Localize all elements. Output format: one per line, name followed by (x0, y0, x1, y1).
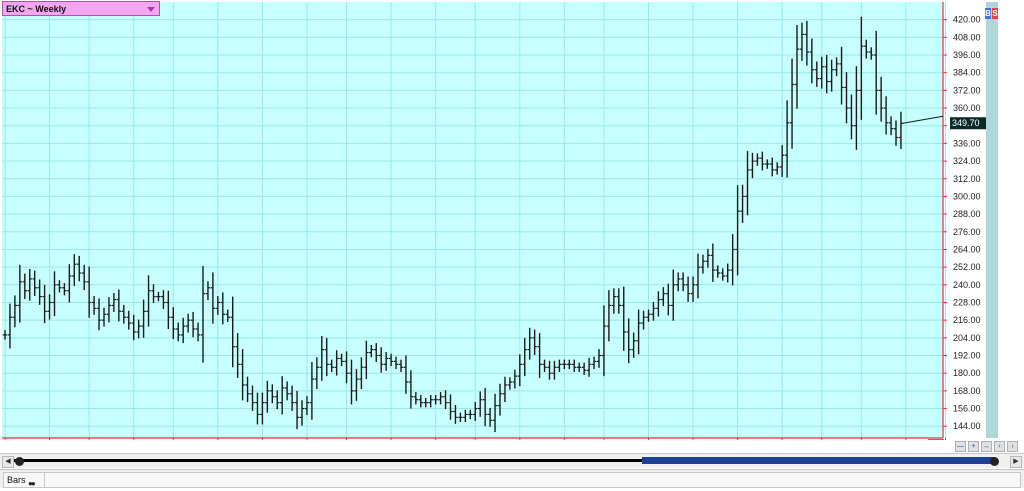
chart-plot-area: 144.00 156.00 168.00 180.00 192.00 204.00 216.… (0, 0, 1024, 440)
y-tick-label: 144.00 (953, 421, 981, 431)
study-tab-bars[interactable]: Bars ●● (3, 472, 48, 488)
last-price-label: 349.70 (952, 118, 980, 128)
zoom-in-button[interactable]: + (968, 441, 979, 452)
y-tick-label: 372.00 (953, 85, 981, 95)
y-tick-label: 264.00 (953, 244, 981, 254)
y-tick-label: 192.00 (953, 351, 981, 361)
fit-view-button[interactable]: ↔ (981, 441, 992, 452)
scroll-start-handle[interactable] (15, 457, 24, 466)
y-tick-label: 180.00 (953, 368, 981, 378)
y-tick-label: 324.00 (953, 156, 981, 166)
y-tick-label: 228.00 (953, 297, 981, 307)
time-scrollbar[interactable]: ◀ ▶ (0, 453, 1024, 468)
y-tick-label: 240.00 (953, 280, 981, 290)
y-tick-label: 156.00 (953, 404, 981, 414)
y-tick-label: 168.00 (953, 386, 981, 396)
status-field (44, 472, 1021, 488)
y-tick-label: 336.00 (953, 138, 981, 148)
status-bar: Bars ●● (0, 469, 1024, 488)
y-tick-label: 288.00 (953, 209, 981, 219)
scrollbar-thumb[interactable] (642, 457, 994, 464)
y-tick-label: 276.00 (953, 227, 981, 237)
y-tick-label: 252.00 (953, 262, 981, 272)
y-tick-label: 360.00 (953, 103, 981, 113)
pan-left-button[interactable]: ‹ (994, 441, 1005, 452)
scale-strip (986, 2, 998, 438)
sell-badge[interactable]: S (992, 8, 998, 19)
link-icon: ●● (28, 479, 36, 488)
scroll-right-arrow-icon[interactable]: ▶ (1010, 456, 1022, 468)
y-tick-label: 216.00 (953, 315, 981, 325)
plot-background (2, 2, 943, 438)
scroll-left-arrow-icon[interactable]: ◀ (2, 456, 14, 468)
buy-badge[interactable]: B (985, 8, 991, 19)
scroll-end-handle[interactable] (990, 457, 999, 466)
y-tick-label: 312.00 (953, 174, 981, 184)
symbol-selector[interactable]: EKC ~ Weekly (2, 1, 160, 16)
y-tick-label: 408.00 (953, 32, 981, 42)
pan-right-button[interactable]: › (1007, 441, 1018, 452)
y-tick-label: 420.00 (953, 15, 981, 25)
y-tick-label: 396.00 (953, 50, 981, 60)
y-tick-label: 204.00 (953, 333, 981, 343)
y-tick-label: 384.00 (953, 68, 981, 78)
study-tab-label: Bars (7, 475, 26, 485)
price-bar-chart: 144.00 156.00 168.00 180.00 192.00 204.00 216.… (2, 2, 998, 440)
symbol-label: EKC ~ Weekly (6, 4, 67, 14)
y-tick-label: 300.00 (953, 191, 981, 201)
dropdown-arrow-icon[interactable] (147, 7, 155, 12)
zoom-out-button[interactable]: — (955, 441, 966, 452)
corner-marker (928, 439, 944, 440)
